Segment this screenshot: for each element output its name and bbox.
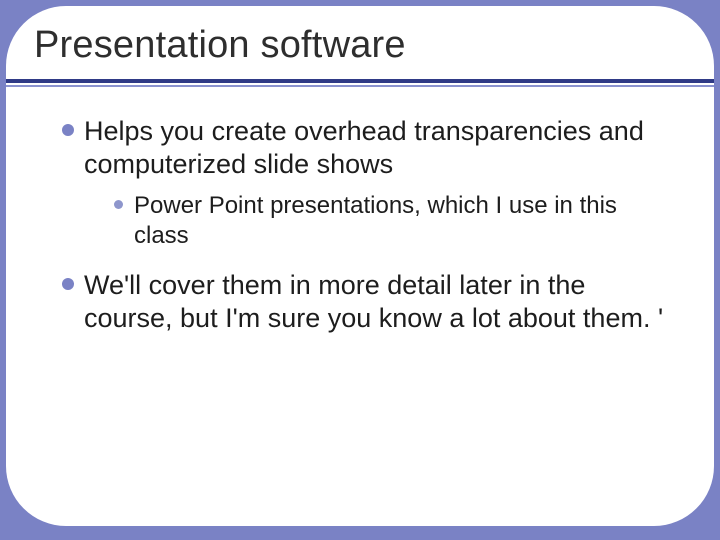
slide-body: Helps you create overhead transparencies… [6,87,714,335]
slide-title: Presentation software [34,24,694,67]
bullet-text: We'll cover them in more detail later in… [84,270,663,333]
title-area: Presentation software [6,6,714,73]
bullet-icon [62,278,74,290]
bullet-level1: Helps you create overhead transparencies… [62,115,668,251]
bullet-text: Power Point presentations, which I use i… [134,192,617,249]
bullet-text: Helps you create overhead transparencies… [84,116,644,179]
bullet-icon [62,124,74,136]
divider-thick [6,79,714,83]
bullet-icon [114,200,123,209]
sub-bullet-group: Power Point presentations, which I use i… [114,191,668,251]
slide-card: Presentation software Helps you create o… [6,6,714,526]
bullet-level2: Power Point presentations, which I use i… [114,191,668,251]
bullet-level1: We'll cover them in more detail later in… [62,269,668,335]
